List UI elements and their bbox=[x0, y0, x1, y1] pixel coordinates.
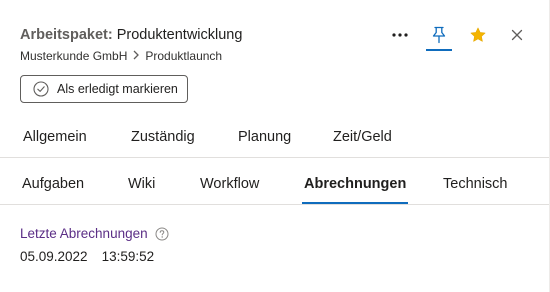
panel-header: Arbeitspaket: Produktentwicklung Musterk… bbox=[20, 26, 242, 64]
last-billing-value: 05.09.2022 13:59:52 bbox=[20, 249, 169, 264]
header-actions bbox=[376, 22, 532, 51]
title-name: Produktentwicklung bbox=[116, 27, 243, 43]
more-button[interactable] bbox=[385, 22, 415, 48]
close-icon bbox=[511, 29, 523, 41]
section-title: Letzte Abrechnungen bbox=[20, 226, 169, 241]
check-circle-icon bbox=[33, 81, 49, 97]
details-panel: Arbeitspaket: Produktentwicklung Musterk… bbox=[0, 0, 550, 292]
breadcrumb: Musterkunde GmbH Produktlaunch bbox=[20, 48, 242, 64]
pin-icon bbox=[432, 26, 446, 44]
breadcrumb-item-customer[interactable]: Musterkunde GmbH bbox=[20, 48, 127, 64]
tab-abrechnungen[interactable]: Abrechnungen bbox=[301, 175, 409, 204]
billing-time: 13:59:52 bbox=[101, 249, 155, 264]
more-icon bbox=[392, 33, 408, 37]
tab-allgemein[interactable]: Allgemein bbox=[23, 128, 87, 146]
tab-workflow[interactable]: Workflow bbox=[200, 175, 259, 193]
tab-wiki[interactable]: Wiki bbox=[128, 175, 155, 193]
tab-technisch[interactable]: Technisch bbox=[443, 175, 507, 193]
star-icon bbox=[470, 27, 486, 42]
mark-done-button[interactable]: Als erledigt markieren bbox=[20, 75, 188, 103]
title-prefix: Arbeitspaket: bbox=[20, 27, 113, 43]
chevron-right-icon bbox=[132, 48, 140, 64]
close-button[interactable] bbox=[502, 22, 532, 48]
tab-aufgaben[interactable]: Aufgaben bbox=[22, 175, 84, 193]
tab-row-primary: Allgemein Zuständig Planung Zeit/Geld bbox=[0, 117, 549, 158]
pin-button[interactable] bbox=[424, 22, 454, 51]
section-title-text: Letzte Abrechnungen bbox=[20, 226, 148, 241]
tab-row-secondary: Aufgaben Wiki Workflow Abrechnungen Tech… bbox=[0, 158, 549, 205]
billing-date: 05.09.2022 bbox=[20, 249, 88, 264]
help-circle-icon[interactable] bbox=[155, 227, 169, 241]
breadcrumb-item-project[interactable]: Produktlaunch bbox=[145, 48, 222, 64]
tab-zeit-geld[interactable]: Zeit/Geld bbox=[333, 128, 392, 146]
tab-planung[interactable]: Planung bbox=[238, 128, 291, 146]
last-billing-section: Letzte Abrechnungen 05.09.2022 13:59:52 bbox=[20, 226, 169, 264]
mark-done-label: Als erledigt markieren bbox=[57, 82, 178, 96]
page-title: Arbeitspaket: Produktentwicklung bbox=[20, 26, 242, 44]
favorite-button[interactable] bbox=[463, 22, 493, 48]
tab-zustaendig[interactable]: Zuständig bbox=[131, 128, 195, 146]
